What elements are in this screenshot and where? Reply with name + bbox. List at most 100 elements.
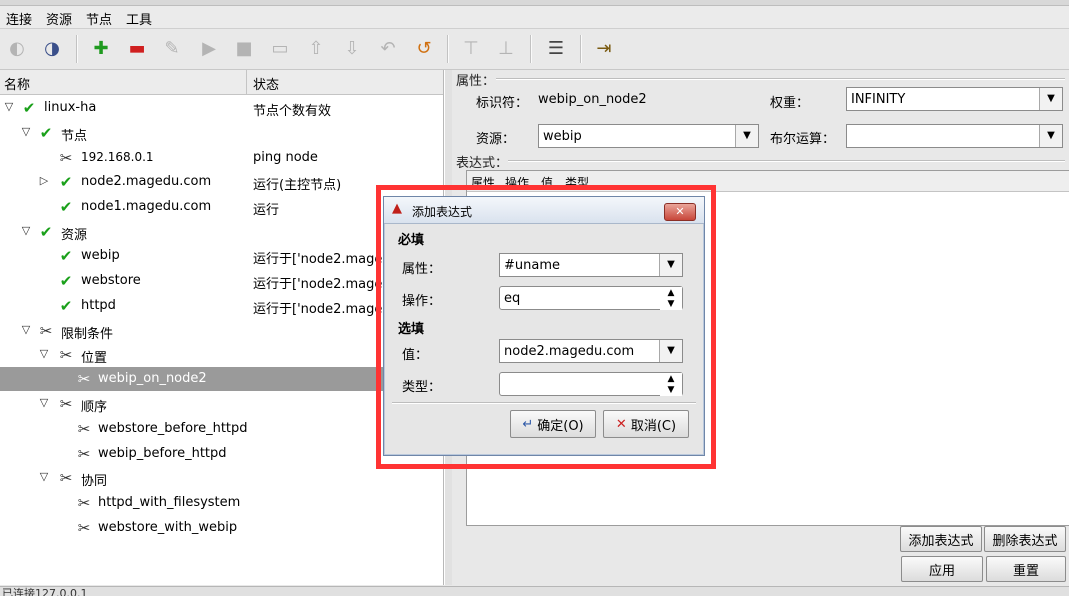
- menu-tools[interactable]: 工具: [126, 9, 152, 28]
- group-divider: [508, 160, 1065, 162]
- reset-button[interactable]: 重置: [986, 556, 1066, 582]
- undo-icon[interactable]: ↶: [376, 37, 400, 61]
- start-icon[interactable]: ▶: [197, 37, 221, 61]
- refresh-icon[interactable]: ↺: [412, 37, 436, 61]
- close-icon[interactable]: ✕: [664, 203, 696, 221]
- check-icon: ✔: [59, 247, 73, 265]
- id-value: webip_on_node2: [538, 92, 647, 107]
- tree-item-label: webstore_with_webip: [98, 520, 238, 535]
- delete-expression-button[interactable]: 删除表达式: [984, 526, 1066, 552]
- tree-item-label: webip: [81, 248, 120, 263]
- ok-button-label: 确定(O): [537, 418, 584, 434]
- exit-icon[interactable]: ⇥: [592, 37, 616, 61]
- toolbar-separator: [530, 35, 532, 63]
- expand-arrow-icon[interactable]: ▽: [20, 224, 32, 238]
- tree-item-label: node2.magedu.com: [81, 174, 212, 189]
- tree-header: 名称 状态: [0, 70, 443, 95]
- down-icon[interactable]: ⇩: [340, 37, 364, 61]
- weight-combobox[interactable]: INFINITY ▼: [846, 87, 1063, 111]
- bool-op-label: 布尔运算：: [770, 132, 836, 147]
- dropdown-arrow-icon[interactable]: ▼: [735, 125, 758, 147]
- bool-op-select[interactable]: ▼: [846, 124, 1063, 148]
- cleanup-icon[interactable]: ✎: [160, 37, 184, 61]
- value-combobox[interactable]: node2.magedu.com ▼: [499, 339, 683, 363]
- tree-row-linux-ha[interactable]: ▽ ✔ linux-ha 节点个数有效: [0, 96, 443, 120]
- tree-item-label: webip_on_node2: [98, 371, 207, 386]
- column-header-status[interactable]: 状态: [253, 74, 279, 93]
- dropdown-arrow-icon[interactable]: ▼: [1039, 125, 1062, 147]
- toolbar: ◐ ◑ ✚ ▬ ✎ ▶ ■ ▭ ⇧ ⇩ ↶ ↺ ⊤ ⊥ ☰ ⇥: [0, 29, 1069, 70]
- cancel-button[interactable]: ✕ 取消(C): [603, 410, 689, 438]
- expand-arrow-icon[interactable]: ▽: [3, 100, 15, 114]
- dropdown-arrow-icon[interactable]: ▼: [1039, 88, 1062, 110]
- operation-value: eq: [504, 291, 521, 306]
- tree-item-status: 运行于['node2.mage: [253, 252, 383, 267]
- connect-icon[interactable]: ◐: [5, 37, 29, 61]
- menu-node[interactable]: 节点: [86, 9, 112, 28]
- tree-item-label: 位置: [81, 351, 108, 366]
- tool-icon: ✂: [77, 494, 91, 512]
- log-icon[interactable]: ☰: [544, 37, 568, 61]
- expand-arrow-icon[interactable]: ▽: [38, 396, 50, 410]
- operation-select[interactable]: eq ▲ ▼: [499, 286, 683, 310]
- default-icon[interactable]: ▭: [268, 37, 292, 61]
- type-select[interactable]: ▲ ▼: [499, 372, 683, 396]
- tree-row-nodes[interactable]: ▽ ✔ 节点: [0, 121, 443, 145]
- check-icon: ✔: [59, 297, 73, 315]
- standby-icon[interactable]: ⊤: [459, 37, 483, 61]
- dialog-titlebar[interactable]: ▲ 添加表达式 ✕: [384, 197, 704, 224]
- dialog-title: 添加表达式: [412, 205, 473, 219]
- dropdown-arrow-icon[interactable]: ▼: [659, 340, 682, 362]
- ok-button[interactable]: ↵ 确定(O): [510, 410, 596, 438]
- weight-value: INFINITY: [851, 92, 906, 107]
- tree-item-label: 顺序: [81, 400, 108, 415]
- tree-row-ping-node[interactable]: ✂ 192.168.0.1 ping node: [0, 146, 443, 170]
- up-icon[interactable]: ⇧: [304, 37, 328, 61]
- check-icon: ✔: [59, 198, 73, 216]
- expand-arrow-icon[interactable]: ▽: [20, 323, 32, 337]
- tree-item-label: 节点: [61, 129, 88, 144]
- tree-item-label: httpd: [81, 298, 116, 313]
- tree-item-status: 运行(主控节点): [253, 178, 342, 193]
- expression-group-label: 表达式：: [456, 156, 509, 171]
- cancel-button-label: 取消(C): [630, 418, 677, 434]
- column-header-name[interactable]: 名称: [4, 74, 30, 93]
- tree-row-webstore-with-webip[interactable]: ✂ webstore_with_webip: [0, 516, 443, 540]
- tree-item-label: webip_before_httpd: [98, 446, 227, 461]
- collapsed-arrow-icon[interactable]: ▷: [38, 174, 50, 188]
- tree-item-label: 资源: [61, 228, 88, 243]
- stop-icon[interactable]: ■: [232, 37, 256, 61]
- dropdown-arrow-icon[interactable]: ▼: [659, 254, 682, 276]
- menu-connect[interactable]: 连接: [6, 9, 32, 28]
- tree-item-status: 运行于['node2.mage: [253, 302, 383, 317]
- tree-item-status: 节点个数有效: [253, 104, 332, 119]
- toolbar-separator: [447, 35, 449, 63]
- column-divider: [246, 70, 247, 94]
- active-icon[interactable]: ⊥: [494, 37, 518, 61]
- check-icon: ✔: [59, 173, 73, 191]
- disconnect-icon[interactable]: ◑: [40, 37, 64, 61]
- remove-icon[interactable]: ▬: [125, 37, 149, 61]
- app-logo-icon: ▲: [392, 201, 402, 216]
- tree-row-colocation[interactable]: ▽ ✂ 协同: [0, 466, 443, 490]
- tree-row-httpd-with-filesystem[interactable]: ✂ httpd_with_filesystem: [0, 491, 443, 515]
- tool-icon: ✂: [39, 322, 53, 340]
- expand-arrow-icon[interactable]: ▽: [38, 470, 50, 484]
- tool-icon: ✂: [59, 346, 73, 364]
- menubar: 连接 资源 节点 工具: [0, 6, 1069, 29]
- menu-resource[interactable]: 资源: [46, 9, 72, 28]
- tree-item-label: 限制条件: [61, 327, 114, 342]
- apply-button[interactable]: 应用: [901, 556, 983, 582]
- expand-arrow-icon[interactable]: ▽: [20, 125, 32, 139]
- add-icon[interactable]: ✚: [89, 37, 113, 61]
- resource-select[interactable]: webip ▼: [538, 124, 759, 148]
- tool-icon: ✂: [77, 445, 91, 463]
- expand-arrow-icon[interactable]: ▽: [38, 347, 50, 361]
- attribute-combobox[interactable]: #uname ▼: [499, 253, 683, 277]
- add-expression-button[interactable]: 添加表达式: [900, 526, 982, 552]
- toolbar-separator: [76, 35, 78, 63]
- tree-item-label: webstore: [81, 273, 141, 288]
- spinner-arrows-icon[interactable]: ▲ ▼: [660, 287, 682, 310]
- spinner-arrows-icon[interactable]: ▲ ▼: [660, 373, 682, 396]
- tree-item-status: 运行于['node2.mage: [253, 277, 383, 292]
